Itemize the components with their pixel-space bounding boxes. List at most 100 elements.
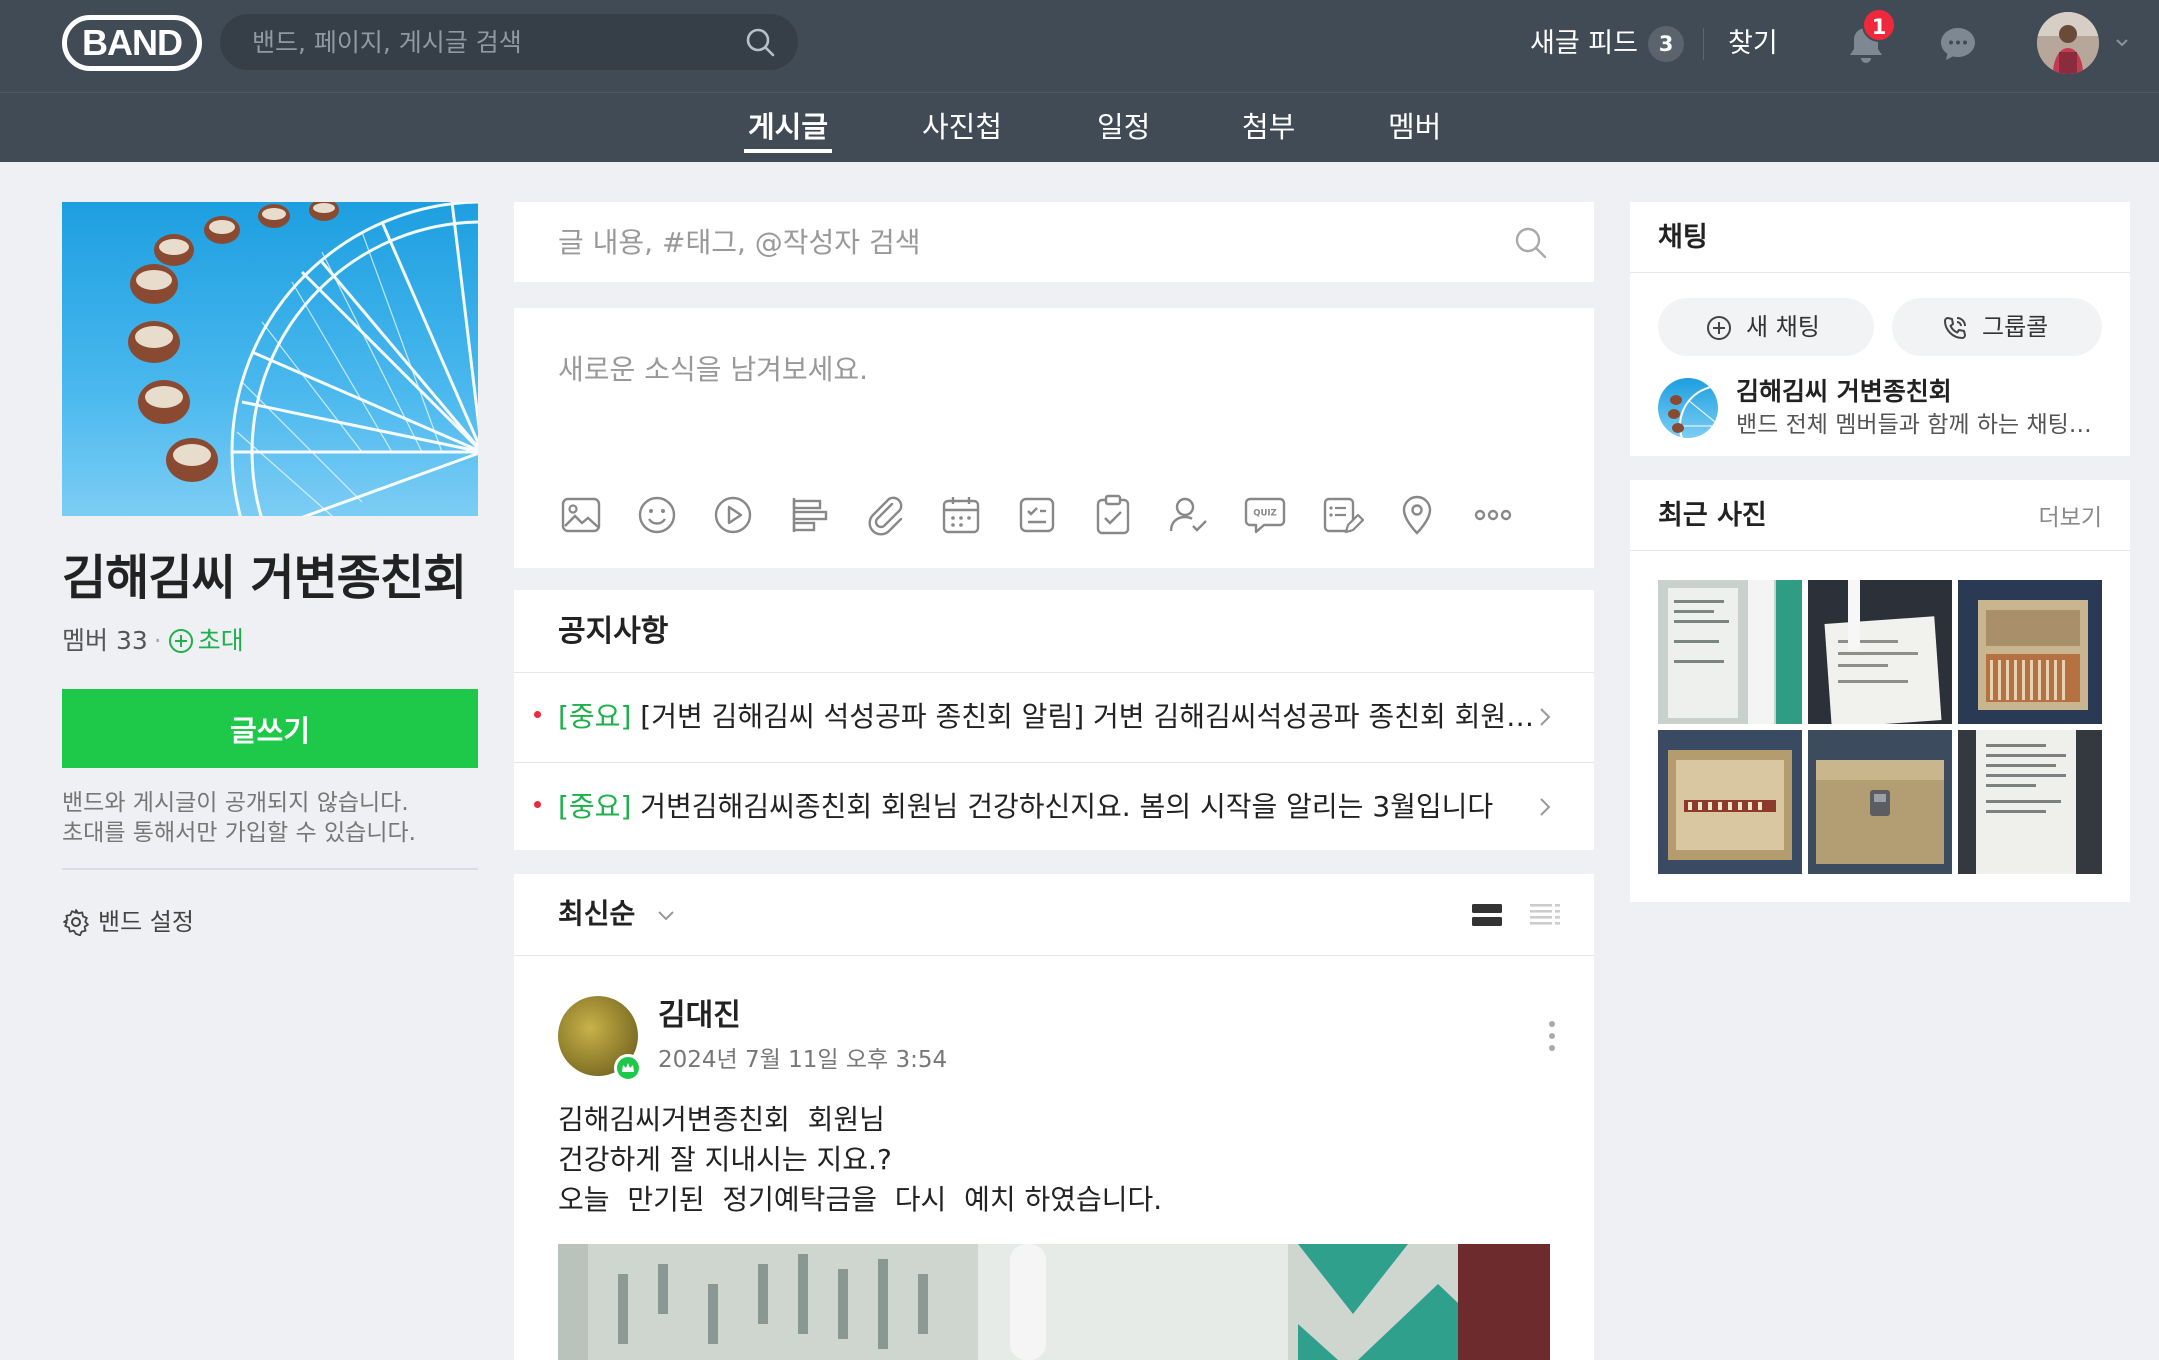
chat-icon[interactable]	[1938, 24, 1978, 64]
card-view-icon[interactable]	[1470, 900, 1504, 930]
new-feed-link[interactable]: 새글 피드	[1530, 24, 1638, 64]
schedule-icon[interactable]	[938, 492, 984, 538]
location-icon[interactable]	[1394, 492, 1440, 538]
notice-important-tag: [중요]	[558, 790, 632, 823]
find-link[interactable]: 찾기	[1728, 24, 1778, 64]
sort-dropdown[interactable]: 최신순	[558, 894, 635, 934]
top-header: BAND 새글 피드 3 찾기 1	[0, 0, 2159, 92]
tab-schedule[interactable]: 일정	[1097, 109, 1150, 145]
list-view-icon[interactable]	[1528, 900, 1562, 930]
tab-attachments[interactable]: 첨부	[1242, 109, 1295, 145]
plus-circle-icon	[1707, 316, 1731, 340]
member-count[interactable]: 멤버 33	[62, 626, 148, 655]
notice-item[interactable]: [중요] 거변김해김씨종친회 회원님 건강하신지요. 봄의 시작을 알리는 3월…	[514, 762, 1594, 850]
todo-icon[interactable]	[1014, 492, 1060, 538]
global-search[interactable]	[220, 14, 798, 70]
sticker-icon[interactable]	[634, 492, 680, 538]
search-icon[interactable]	[744, 26, 776, 58]
notice-bullet	[534, 801, 541, 808]
new-chat-label: 새 채팅	[1746, 313, 1820, 341]
photo-thumbnail[interactable]	[1958, 580, 2102, 724]
band-settings-label: 밴드 설정	[98, 908, 194, 936]
ferris-wheel-thumbnail	[1668, 385, 1718, 438]
attendance-icon[interactable]	[1166, 492, 1212, 538]
notice-content: 거변김해김씨종친회 회원님 건강하신지요. 봄의 시작을 알리는 3월입니다	[631, 790, 1494, 823]
ferris-wheel-illustration	[128, 202, 478, 516]
notice-important-tag: [중요]	[558, 700, 632, 733]
divider	[1630, 272, 2130, 273]
vote-icon[interactable]	[786, 492, 832, 538]
privacy-note: 밴드와 게시글이 공개되지 않습니다. 초대를 통해서만 가입할 수 있습니다.	[62, 788, 482, 848]
notice-item[interactable]: [중요] [거변 김해김씨 석성공파 종친회 알림] 거변 김해김씨석성공파 종…	[514, 672, 1594, 760]
video-icon[interactable]	[710, 492, 756, 538]
post-photo[interactable]	[558, 1244, 1550, 1360]
notification-count-badge: 1	[1862, 8, 1896, 42]
user-avatar[interactable]	[2037, 12, 2099, 74]
quiz-icon-label: QUIZ	[1253, 509, 1276, 519]
invite-link[interactable]: 초대	[168, 626, 244, 655]
photo-thumbnail[interactable]	[1658, 580, 1802, 724]
photo-thumbnail-image	[1658, 580, 1802, 724]
recent-photos-panel: 최근 사진 더보기	[1630, 480, 2130, 902]
crown-icon	[622, 1063, 634, 1072]
post-search-bar[interactable]	[514, 202, 1594, 282]
group-call-button[interactable]: 그룹콜	[1892, 298, 2102, 356]
post-date: 2024년 7월 11일 오후 3:54	[658, 1047, 948, 1073]
tab-members[interactable]: 멤버	[1388, 109, 1441, 145]
chat-panel: 채팅 새 채팅 그룹콜 김해김씨 거변종친회 밴드 전체 멤버들과 함께 하는 …	[1630, 202, 2130, 456]
notice-section: 공지사항 [중요] [거변 김해김씨 석성공파 종친회 알림] 거변 김해김씨석…	[514, 590, 1594, 850]
post-body-line: 김해김씨거변종친회 회원님	[558, 1103, 885, 1136]
header-divider	[1703, 28, 1704, 60]
band-name: 김해김씨 거변종친회	[62, 550, 467, 606]
write-post-button[interactable]: 글쓰기	[62, 689, 478, 768]
photo-icon[interactable]	[558, 492, 604, 538]
chat-room-name: 김해김씨 거변종친회	[1736, 377, 1952, 406]
band-cover-image[interactable]	[62, 202, 478, 516]
checklist-icon[interactable]	[1090, 492, 1136, 538]
phone-icon	[1944, 317, 1966, 339]
notice-text: [중요] [거변 김해김씨 석성공파 종친회 알림] 거변 김해김씨석성공파 종…	[558, 697, 1538, 737]
chevron-down-icon[interactable]	[2114, 34, 2130, 50]
attachment-icon[interactable]	[862, 492, 908, 538]
photo-thumbnail[interactable]	[1958, 730, 2102, 874]
gear-icon	[63, 909, 89, 936]
tab-posts[interactable]: 게시글	[743, 109, 833, 153]
new-chat-button[interactable]: 새 채팅	[1658, 298, 1874, 356]
chat-panel-title: 채팅	[1658, 222, 1708, 253]
more-link[interactable]: 더보기	[2039, 502, 2102, 534]
global-search-input[interactable]	[252, 14, 732, 70]
chat-room-item[interactable]: 김해김씨 거변종친회 밴드 전체 멤버들과 함께 하는 채팅방입니다	[1658, 376, 2108, 440]
post-search-input[interactable]	[558, 202, 1458, 282]
quiz-icon[interactable]: QUIZ	[1242, 492, 1288, 538]
chevron-right-icon	[1540, 798, 1551, 816]
sort-bar: 최신순	[514, 874, 1594, 956]
notice-title: 공지사항	[558, 614, 669, 649]
tab-photos[interactable]: 사진첩	[922, 109, 1002, 145]
chat-room-description: 밴드 전체 멤버들과 함께 하는 채팅방입니다	[1736, 412, 2096, 438]
chevron-down-icon[interactable]	[655, 905, 677, 927]
photo-thumbnail-image	[1958, 580, 2102, 724]
photo-thumbnail[interactable]	[1658, 730, 1802, 874]
more-icon[interactable]	[1470, 492, 1516, 538]
composer-input[interactable]	[558, 348, 1548, 448]
photo-thumbnail[interactable]	[1808, 580, 1952, 724]
post-author[interactable]: 김대진	[658, 996, 741, 1036]
photo-thumbnail-image	[1958, 730, 2102, 874]
post-body: 김해김씨거변종친회 회원님 건강하게 잘 지내시는 지요.? 오늘 만기된 정기…	[558, 1100, 1162, 1220]
band-logo[interactable]: BAND	[62, 15, 202, 71]
notice-bullet	[534, 711, 541, 718]
photo-thumbnail-image	[1658, 730, 1802, 874]
divider	[62, 868, 478, 870]
band-settings-link[interactable]: 밴드 설정	[62, 904, 194, 940]
composer-toolbar: QUIZ	[558, 492, 1558, 542]
divider	[1630, 550, 2130, 551]
search-icon[interactable]	[1512, 224, 1548, 260]
photo-thumbnail[interactable]	[1808, 730, 1952, 874]
user-avatar-photo	[2037, 12, 2099, 74]
form-icon[interactable]	[1318, 492, 1364, 538]
notice-text: [중요] 거변김해김씨종친회 회원님 건강하신지요. 봄의 시작을 알리는 3월…	[558, 787, 1538, 827]
band-tab-bar: 게시글 사진첩 일정 첨부 멤버	[0, 92, 2159, 162]
separator-dot: ·	[153, 626, 162, 655]
new-feed-count-badge: 3	[1648, 26, 1684, 62]
kebab-menu-icon[interactable]	[1546, 1018, 1558, 1054]
